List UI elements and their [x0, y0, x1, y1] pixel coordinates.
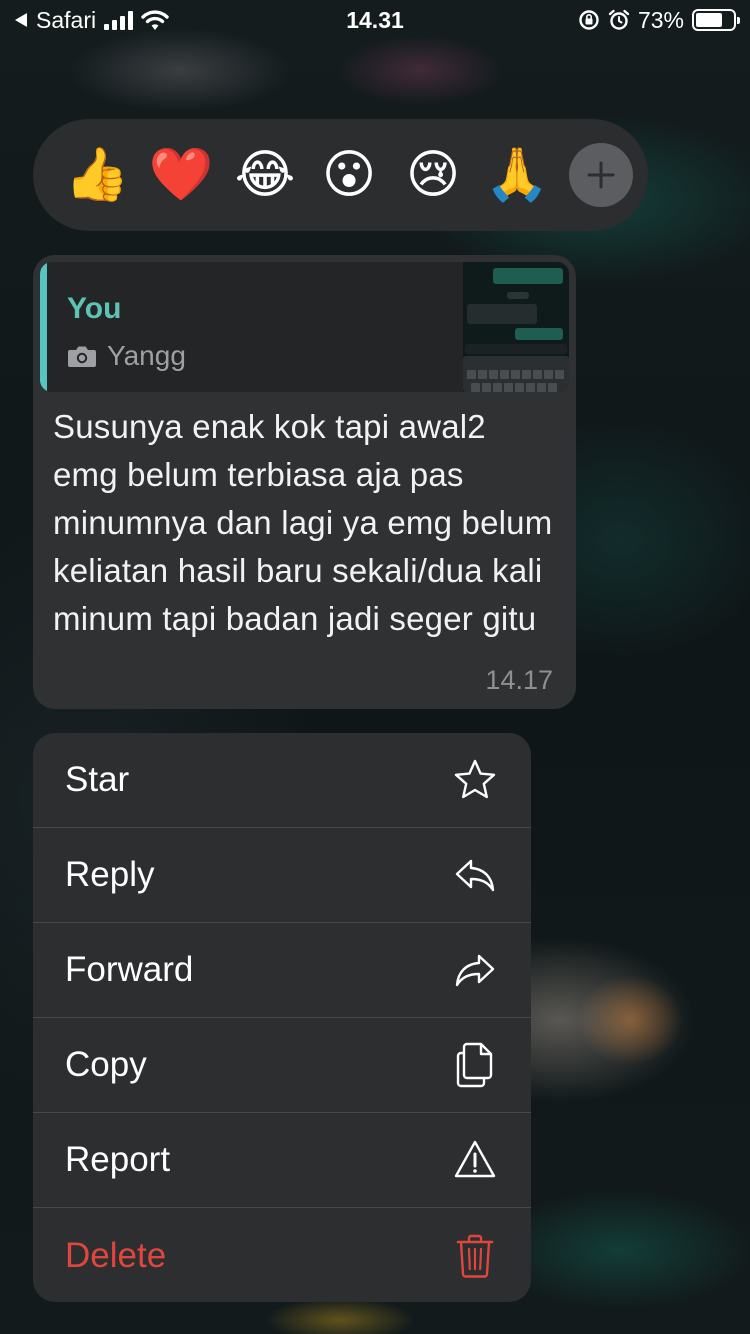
forward-icon — [453, 948, 497, 992]
menu-item-delete[interactable]: Delete — [33, 1208, 531, 1302]
reaction-thumbs-up[interactable]: 👍 — [55, 133, 139, 217]
trash-icon — [453, 1234, 497, 1278]
menu-item-label: Copy — [65, 1045, 147, 1084]
plus-icon — [587, 161, 615, 189]
quoted-sender: You — [67, 292, 122, 325]
status-bar: Safari 14.31 73% — [0, 0, 750, 40]
reaction-crying[interactable]: 😢 — [391, 133, 475, 217]
alarm-icon — [608, 9, 630, 30]
surprised-face-icon: 😮 — [321, 146, 377, 204]
tears-of-joy-icon: 😂 — [234, 146, 296, 204]
star-icon — [453, 758, 497, 802]
menu-item-copy[interactable]: Copy — [33, 1018, 531, 1113]
message-text: Susunya enak kok tapi awal2 emg belum te… — [53, 408, 553, 637]
thumbs-up-icon: 👍 — [64, 146, 130, 204]
back-to-app[interactable]: Safari — [14, 7, 169, 34]
menu-item-report[interactable]: Report — [33, 1113, 531, 1208]
report-icon — [453, 1138, 497, 1182]
menu-item-label: Star — [65, 760, 130, 799]
rotation-lock-icon — [579, 10, 599, 30]
menu-item-label: Forward — [65, 950, 194, 989]
menu-item-forward[interactable]: Forward — [33, 923, 531, 1018]
reaction-surprised[interactable]: 😮 — [307, 133, 391, 217]
add-reaction-button[interactable] — [569, 143, 633, 207]
quoted-message[interactable]: You Yangg — [40, 262, 569, 392]
menu-item-label: Reply — [65, 855, 155, 894]
reaction-tears-of-joy[interactable]: 😂 — [223, 133, 307, 217]
reaction-bar: 👍 ❤️ 😂 😮 😢 🙏 — [33, 119, 648, 231]
quote-accent-bar — [40, 262, 47, 392]
battery-level-fill — [696, 13, 723, 27]
menu-item-reply[interactable]: Reply — [33, 828, 531, 923]
battery-percent: 73% — [637, 6, 684, 33]
message-context-menu: Star Reply Forward Copy Report Delete — [33, 733, 531, 1302]
reaction-red-heart[interactable]: ❤️ — [139, 133, 223, 217]
wifi-icon — [141, 10, 169, 30]
back-app-label: Safari — [36, 6, 97, 33]
menu-item-star[interactable]: Star — [33, 733, 531, 828]
reply-icon — [453, 853, 497, 897]
message-timestamp: 14.17 — [485, 665, 553, 695]
back-triangle-icon — [15, 13, 27, 27]
red-heart-icon: ❤️ — [148, 146, 214, 204]
quoted-image-thumbnail — [463, 262, 569, 392]
menu-item-label: Delete — [65, 1235, 167, 1275]
message-bubble: You Yangg Susunya enak kok tapi awal2 em… — [33, 255, 576, 709]
folded-hands-icon: 🙏 — [484, 146, 550, 204]
quoted-text: Yangg — [107, 340, 186, 371]
cellular-signal-icon — [104, 10, 134, 30]
crying-face-icon: 😢 — [405, 146, 461, 204]
camera-icon — [68, 346, 96, 367]
battery-icon — [692, 9, 740, 31]
reaction-folded-hands[interactable]: 🙏 — [475, 133, 559, 217]
menu-item-label: Report — [65, 1140, 171, 1179]
copy-icon — [453, 1042, 497, 1088]
